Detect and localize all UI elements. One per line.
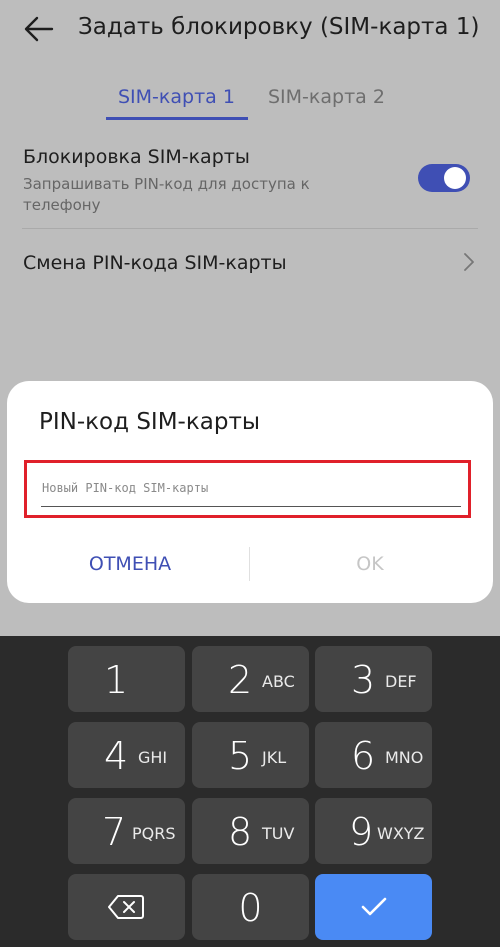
key-letters: JKL xyxy=(262,748,287,767)
numeric-keyboard: 1 2 ABC 3 DEF 4 GHI 5 JKL 6 MNO 7 PQRS 8… xyxy=(0,636,500,947)
sim-lock-toggle[interactable] xyxy=(418,164,470,192)
ok-button[interactable]: OK xyxy=(287,548,453,580)
key-3[interactable]: 3 DEF xyxy=(315,646,432,712)
key-7[interactable]: 7 PQRS xyxy=(68,798,185,864)
divider xyxy=(22,228,478,229)
sim-lock-title: Блокировка SIM-карты xyxy=(23,146,250,168)
button-separator xyxy=(249,547,250,581)
toggle-knob xyxy=(444,167,466,189)
key-letters: PQRS xyxy=(132,824,176,843)
tab-sim-1[interactable]: SIM-карта 1 xyxy=(118,86,235,108)
key-digit: 4 xyxy=(104,734,129,778)
sim-lock-row[interactable]: Блокировка SIM-карты Запрашивать PIN-код… xyxy=(0,140,500,228)
change-pin-row[interactable]: Смена PIN-кода SIM-карты xyxy=(0,230,500,294)
key-digit: 1 xyxy=(104,658,129,702)
key-letters: TUV xyxy=(262,824,295,843)
chevron-right-icon xyxy=(464,253,474,271)
key-digit: 8 xyxy=(228,810,253,854)
done-key[interactable] xyxy=(315,874,432,940)
arrow-left-icon[interactable] xyxy=(22,12,56,46)
key-letters: ABC xyxy=(262,672,295,691)
key-9[interactable]: 9 WXYZ xyxy=(315,798,432,864)
active-tab-indicator xyxy=(106,117,248,120)
key-4[interactable]: 4 GHI xyxy=(68,722,185,788)
key-digit: 0 xyxy=(238,886,263,930)
backspace-key[interactable] xyxy=(68,874,185,940)
key-digit: 2 xyxy=(228,658,253,702)
pin-input-highlight xyxy=(24,460,471,518)
key-5[interactable]: 5 JKL xyxy=(192,722,309,788)
change-pin-title: Смена PIN-кода SIM-карты xyxy=(23,252,287,274)
dialog-title: PIN-код SIM-карты xyxy=(39,409,261,435)
sim-lock-subtitle: Запрашивать PIN-код для доступа к телефо… xyxy=(23,175,310,214)
key-letters: DEF xyxy=(385,672,417,691)
key-2[interactable]: 2 ABC xyxy=(192,646,309,712)
pin-dialog: PIN-код SIM-карты ОТМЕНА OK xyxy=(7,381,493,603)
cancel-button[interactable]: ОТМЕНА xyxy=(47,548,213,580)
key-6[interactable]: 6 MNO xyxy=(315,722,432,788)
key-0[interactable]: 0 xyxy=(192,874,309,940)
key-digit: 6 xyxy=(351,734,376,778)
key-digit: 9 xyxy=(349,810,374,854)
checkmark-icon xyxy=(361,897,387,916)
key-digit: 7 xyxy=(102,810,127,854)
key-digit: 3 xyxy=(351,658,376,702)
key-digit: 5 xyxy=(228,734,253,778)
backspace-icon xyxy=(108,895,144,919)
input-underline xyxy=(41,506,461,507)
tab-sim-2[interactable]: SIM-карта 2 xyxy=(268,86,385,108)
app-bar: Задать блокировку (SIM-карта 1) xyxy=(0,0,500,64)
key-1[interactable]: 1 xyxy=(68,646,185,712)
key-letters: GHI xyxy=(138,748,168,767)
key-letters: MNO xyxy=(385,748,424,767)
page-title: Задать блокировку (SIM-карта 1) xyxy=(78,14,480,40)
pin-input[interactable] xyxy=(40,473,464,503)
key-8[interactable]: 8 TUV xyxy=(192,798,309,864)
key-letters: WXYZ xyxy=(377,824,425,843)
